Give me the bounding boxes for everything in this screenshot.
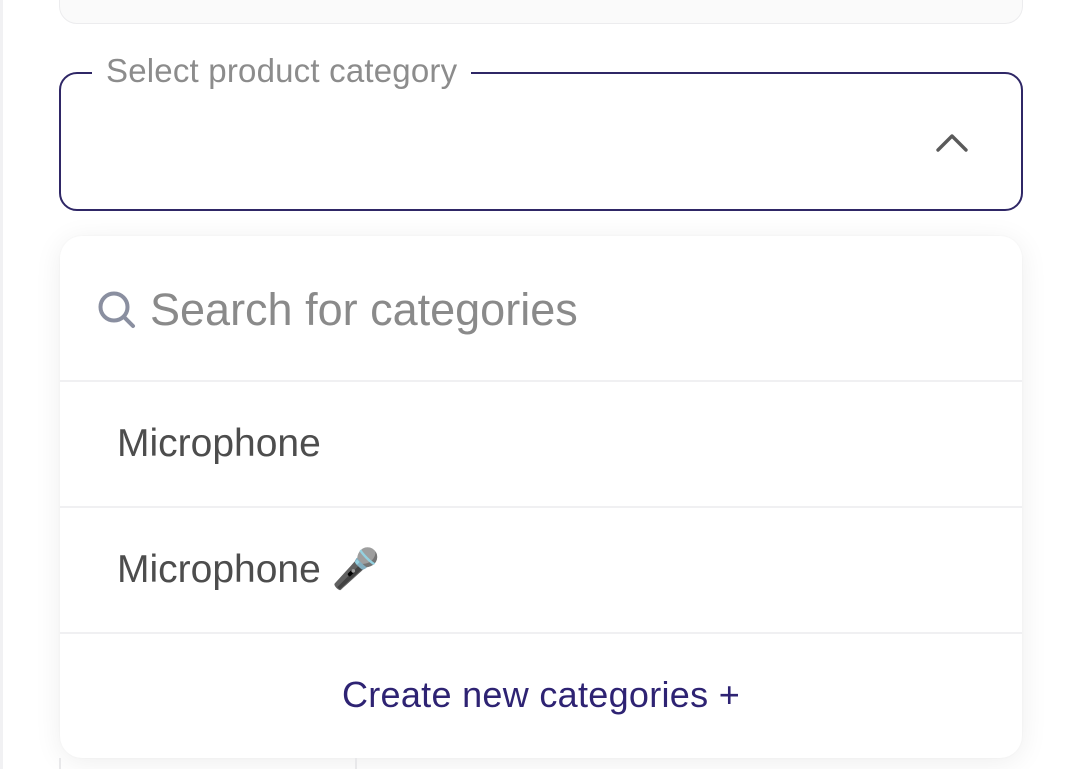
divider [355, 758, 357, 769]
category-search-input[interactable] [150, 280, 970, 340]
search-icon [98, 291, 135, 328]
category-select-label: Select product category [92, 50, 472, 92]
page: Select product category Microphone Micro… [0, 0, 1080, 769]
create-category-label: Create new categories + [341, 674, 741, 715]
option-label: Microphone 🎤 [117, 548, 381, 591]
category-option-microphone-emoji[interactable]: Microphone 🎤 [60, 508, 1022, 634]
divider [59, 758, 61, 769]
previous-field-card [59, 0, 1023, 24]
create-category-button[interactable]: Create new categories + [60, 634, 1022, 758]
category-option-microphone[interactable]: Microphone [60, 382, 1022, 508]
search-row [60, 236, 1022, 382]
page-edge [0, 0, 3, 769]
category-select[interactable] [59, 72, 1023, 211]
chevron-up-icon[interactable] [934, 128, 970, 156]
category-dropdown: Microphone Microphone 🎤 Create new categ… [60, 236, 1022, 758]
option-label: Microphone [117, 422, 321, 465]
